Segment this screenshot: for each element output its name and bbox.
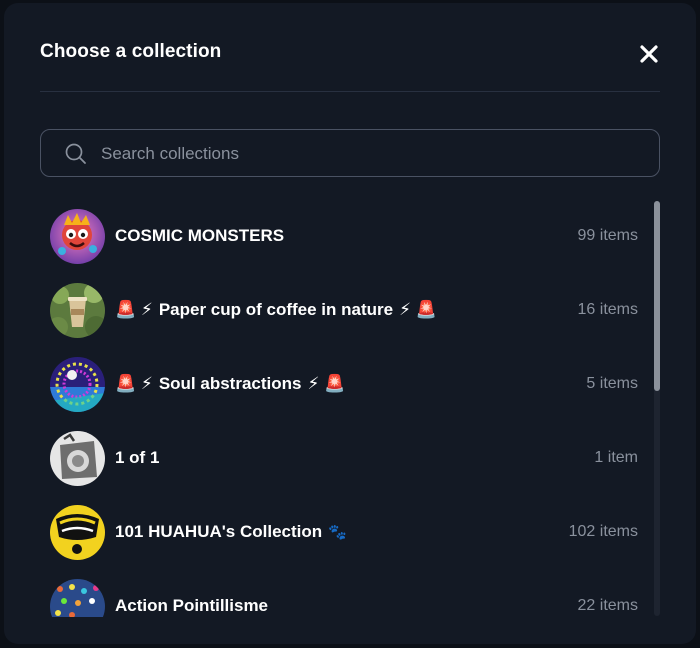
collection-item-action-pointillisme[interactable]: Action Pointillisme 22 items (40, 569, 638, 617)
close-button[interactable] (638, 43, 660, 65)
collection-name: Action Pointillisme (115, 596, 269, 615)
collection-count: 102 items (568, 523, 638, 540)
collection-avatar (50, 283, 105, 338)
collection-count: 5 items (586, 375, 638, 392)
scrollbar-thumb[interactable] (654, 201, 660, 391)
collection-avatar (50, 209, 105, 264)
search-icon (65, 143, 86, 164)
collection-name: COSMIC MONSTERS (115, 226, 285, 245)
paw-emoji: 🐾 (328, 523, 347, 541)
collection-count: 22 items (577, 597, 638, 614)
collection-name: Paper cup of coffee in nature (158, 300, 394, 319)
collection-name-row: 1 of 1 (115, 421, 159, 495)
collection-avatar (50, 505, 105, 560)
bolt-siren-emoji: ⚡ 🚨 (307, 374, 346, 393)
close-icon (640, 45, 658, 63)
collection-item-soul-abstractions[interactable]: 🚨 ⚡ Soul abstractions ⚡ 🚨 5 items (40, 347, 638, 421)
collection-avatar (50, 431, 105, 486)
collection-name-row: Action Pointillisme (115, 569, 268, 617)
collection-list: COSMIC MONSTERS 99 items 🚨 ⚡ Paper cup o… (40, 199, 650, 617)
collection-name: 101 HUAHUA's Collection (115, 522, 323, 541)
collection-modal: Choose a collection Search collections C… (4, 3, 696, 644)
collection-item-cosmic-monsters[interactable]: COSMIC MONSTERS 99 items (40, 199, 638, 273)
collection-name-row: 🚨 ⚡ Paper cup of coffee in nature ⚡ 🚨 (115, 273, 437, 347)
collection-item-paper-cup[interactable]: 🚨 ⚡ Paper cup of coffee in nature ⚡ 🚨 16… (40, 273, 638, 347)
list-scrollbar[interactable] (654, 201, 660, 616)
siren-bolt-emoji: 🚨 ⚡ (115, 300, 153, 319)
collection-count: 16 items (577, 301, 638, 318)
search-input[interactable] (99, 130, 643, 178)
collection-item-101-huahua[interactable]: 101 HUAHUA's Collection 🐾 102 items (40, 495, 638, 569)
collection-item-1-of-1[interactable]: 1 of 1 1 item (40, 421, 638, 495)
collection-name-row: 101 HUAHUA's Collection 🐾 (115, 495, 347, 569)
bolt-siren-emoji: ⚡ 🚨 (399, 300, 437, 319)
collection-avatar (50, 357, 105, 412)
collection-name: 1 of 1 (115, 448, 160, 467)
collection-avatar (50, 579, 105, 617)
collection-count: 1 item (594, 449, 638, 466)
modal-header: Choose a collection (40, 31, 660, 92)
collection-count: 99 items (577, 227, 638, 244)
collection-name-row: COSMIC MONSTERS (115, 199, 284, 273)
search-box (40, 129, 660, 178)
collection-name-row: 🚨 ⚡ Soul abstractions ⚡ 🚨 (115, 347, 345, 421)
collection-name: Soul abstractions (158, 374, 302, 393)
siren-bolt-emoji: 🚨 ⚡ (115, 374, 153, 393)
modal-title: Choose a collection (40, 41, 222, 62)
